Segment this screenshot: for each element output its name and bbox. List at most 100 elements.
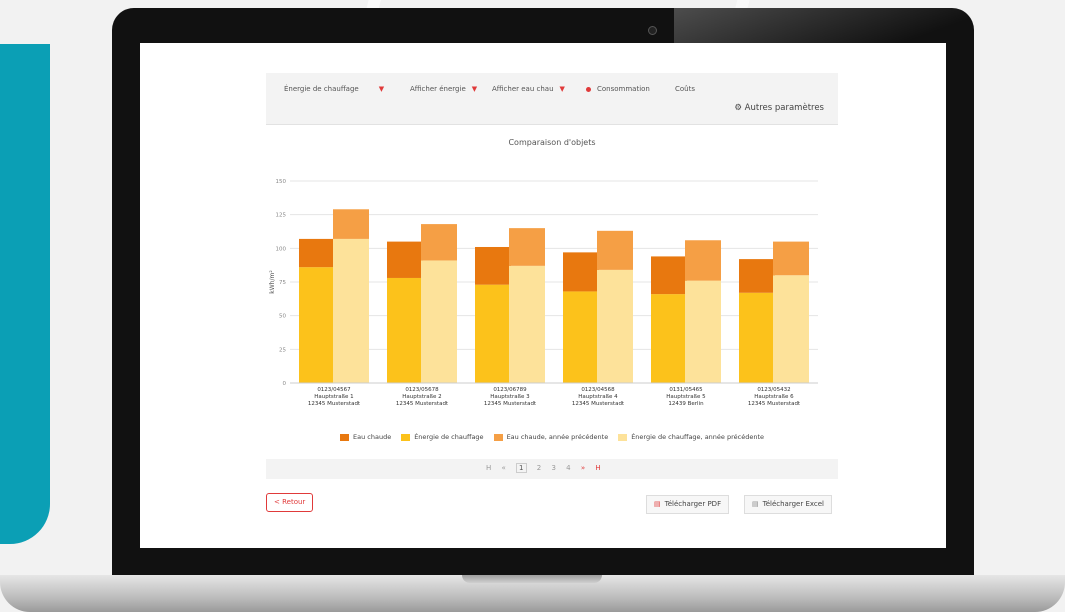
- show-hot-water-dropdown-label: Afficher eau chau: [492, 85, 554, 93]
- bar-segment: [773, 241, 809, 276]
- filter-toolbar: Énergie de chauffage ▼ Afficher énergie ▼ …: [266, 73, 838, 125]
- radio-couts[interactable]: Coûts: [664, 85, 695, 93]
- bar-segment: [475, 284, 511, 383]
- radio-selected-icon: [586, 86, 591, 92]
- stacked-bar-chart: 0255075100125150kWh/m²0123/04567Hauptstr…: [269, 179, 818, 407]
- bar-segment: [597, 269, 633, 383]
- x-category-label: 12345 Musterstadt: [484, 401, 537, 407]
- bar-segment: [509, 228, 545, 266]
- energy-type-dropdown-label: Énergie de chauffage: [284, 85, 359, 93]
- legend-label: Eau chaude, année précédente: [506, 433, 609, 441]
- caret-down-icon: ▼: [378, 85, 385, 93]
- x-category-label: Hauptstraße 2: [402, 394, 441, 400]
- y-tick-label: 0: [283, 381, 287, 387]
- bar-segment: [773, 275, 809, 383]
- page-2-button[interactable]: 2: [537, 464, 541, 472]
- caret-down-icon: ▼: [559, 85, 565, 93]
- page-3-button[interactable]: 3: [551, 464, 555, 472]
- x-category-label: 12345 Musterstadt: [396, 401, 449, 407]
- x-category-label: 0123/04567: [317, 387, 351, 393]
- bar-segment: [685, 280, 721, 383]
- x-category-label: Hauptstraße 1: [314, 394, 353, 400]
- caret-down-icon: ▼: [471, 85, 478, 93]
- pagination: H « 1 2 3 4 » H: [486, 463, 609, 473]
- y-tick-label: 100: [276, 246, 287, 252]
- pagination-bar: H « 1 2 3 4 » H: [266, 459, 838, 479]
- download-excel-button[interactable]: ▤ Télécharger Excel: [744, 495, 832, 514]
- legend-item[interactable]: Eau chaude, année précédente: [493, 433, 609, 441]
- bar-segment: [651, 294, 687, 383]
- show-energy-dropdown[interactable]: Afficher énergie ▼: [410, 85, 477, 93]
- bar-segment: [563, 291, 599, 383]
- x-category-label: Hauptstraße 6: [754, 394, 794, 400]
- legend-swatch: [618, 433, 628, 441]
- x-category-label: Hauptstraße 4: [578, 394, 618, 400]
- bar-segment: [563, 252, 599, 292]
- more-settings-button[interactable]: ⚙ Autres paramètres: [734, 103, 824, 113]
- page-4-button[interactable]: 4: [566, 464, 570, 472]
- download-pdf-label: Télécharger PDF: [664, 500, 722, 508]
- bar-segment: [421, 224, 457, 261]
- gear-icon: ⚙: [734, 103, 742, 113]
- legend-item[interactable]: Eau chaude: [340, 433, 391, 441]
- bar-segment: [333, 209, 369, 239]
- y-tick-label: 125: [276, 213, 287, 219]
- bar-segment: [299, 267, 335, 383]
- bar-segment: [739, 292, 775, 383]
- x-category-label: 12439 Berlin: [668, 401, 704, 407]
- teal-accent-panel: [0, 44, 50, 544]
- radio-consommation[interactable]: Consommation: [586, 85, 650, 93]
- radio-couts-label: Coûts: [675, 85, 695, 93]
- x-category-label: 0123/04568: [581, 387, 615, 393]
- bar-segment: [387, 277, 423, 383]
- bar-segment: [299, 238, 335, 268]
- bar-segment: [333, 238, 369, 383]
- download-excel-label: Télécharger Excel: [762, 500, 824, 508]
- y-tick-label: 50: [279, 314, 286, 320]
- y-tick-label: 75: [279, 280, 286, 286]
- bar-segment: [685, 240, 721, 281]
- download-pdf-button[interactable]: ▤ Télécharger PDF: [646, 495, 730, 514]
- next-page-icon[interactable]: »: [581, 464, 585, 472]
- legend-label: Énergie de chauffage, année précédente: [631, 433, 764, 441]
- energy-type-dropdown[interactable]: Énergie de chauffage ▼: [284, 85, 384, 93]
- x-category-label: 12345 Musterstadt: [308, 401, 361, 407]
- bar-segment: [597, 230, 633, 270]
- legend-label: Eau chaude: [353, 433, 392, 441]
- legend-swatch: [401, 433, 411, 441]
- show-energy-dropdown-label: Afficher énergie: [410, 85, 466, 93]
- app-screen: Énergie de chauffage ▼ Afficher énergie ▼ …: [140, 43, 946, 548]
- bar-segment: [421, 260, 457, 383]
- radio-consommation-label: Consommation: [597, 85, 650, 93]
- legend-item[interactable]: Énergie de chauffage, année précédente: [618, 433, 764, 441]
- excel-file-icon: ▤: [752, 500, 759, 508]
- x-category-label: 12345 Musterstadt: [572, 401, 625, 407]
- x-category-label: 0123/05678: [405, 387, 439, 393]
- bar-segment: [739, 259, 775, 293]
- laptop-base: [0, 575, 1065, 612]
- last-page-icon[interactable]: H: [595, 464, 600, 472]
- x-category-label: Hauptstraße 5: [666, 394, 706, 400]
- y-axis-label: kWh/m²: [269, 270, 276, 294]
- camera-icon: [648, 26, 657, 35]
- x-category-label: 0123/06789: [493, 387, 527, 393]
- chart-legend: Eau chaude Énergie de chauffage Eau chaude…: [266, 433, 838, 441]
- legend-item[interactable]: Énergie de chauffage: [401, 433, 484, 441]
- chart-title: Comparaison d'objets: [508, 138, 596, 147]
- y-tick-label: 150: [276, 179, 287, 185]
- first-page-icon[interactable]: H: [486, 464, 491, 472]
- radio-unselected-icon: [664, 86, 669, 92]
- x-category-label: 0123/05432: [757, 387, 790, 393]
- laptop-base-notch: [462, 575, 602, 583]
- x-category-label: 12345 Musterstadt: [748, 401, 801, 407]
- bar-segment: [651, 256, 687, 295]
- back-button[interactable]: < Retour: [266, 493, 314, 512]
- prev-page-icon[interactable]: «: [502, 464, 506, 472]
- legend-label: Énergie de chauffage: [414, 433, 484, 441]
- y-tick-label: 25: [279, 347, 286, 353]
- legend-swatch: [340, 433, 349, 441]
- show-hot-water-dropdown[interactable]: Afficher eau chau ▼: [492, 85, 565, 93]
- bar-segment: [387, 241, 423, 278]
- page-1-button[interactable]: 1: [516, 463, 527, 473]
- pdf-file-icon: ▤: [654, 500, 661, 508]
